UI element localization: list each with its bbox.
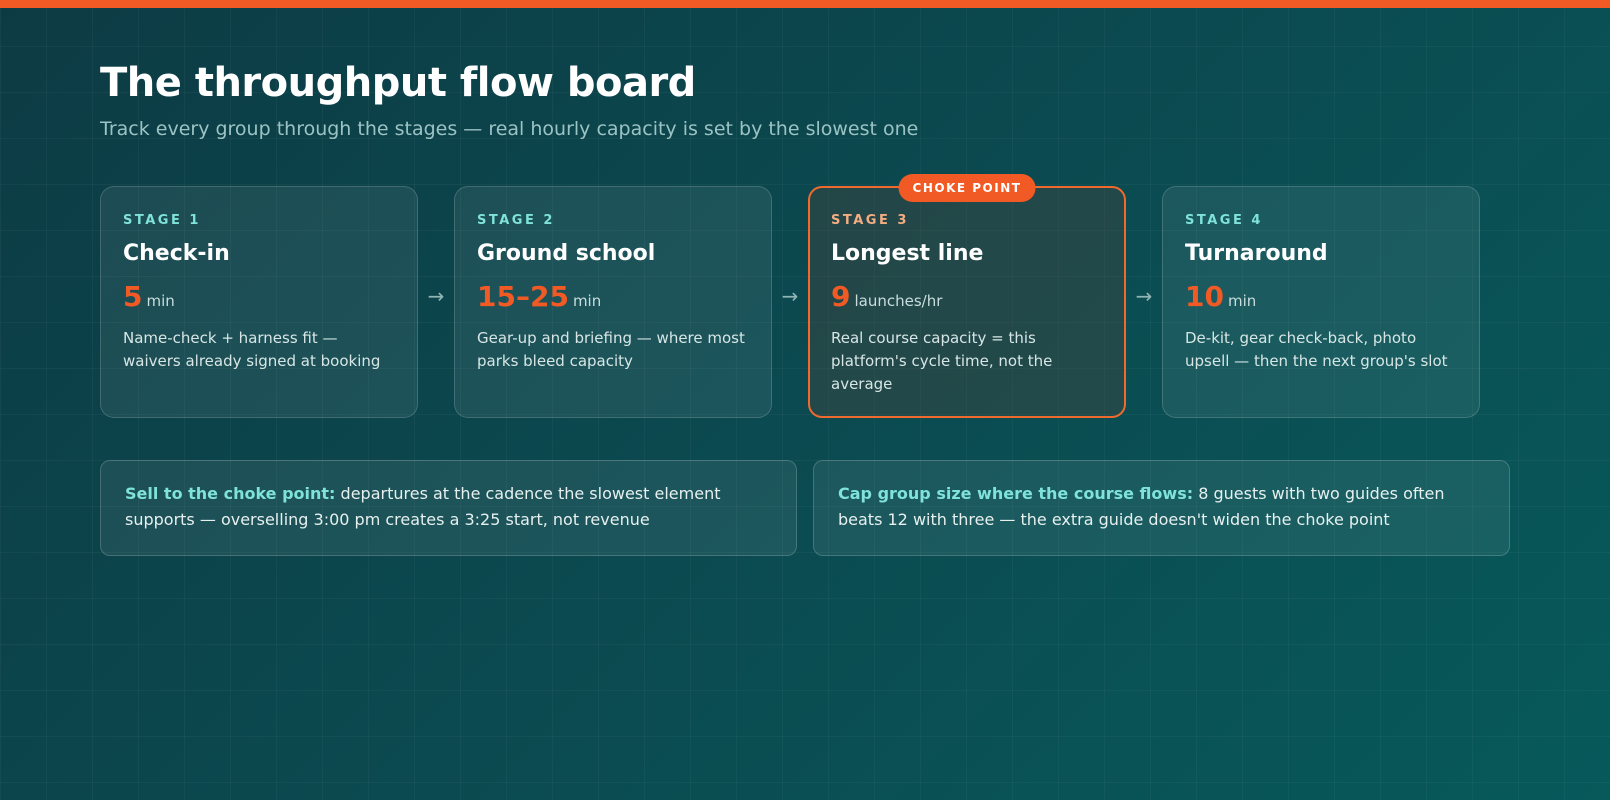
metric-unit: min (572, 292, 602, 310)
stage-metric: 9 launches/hr (831, 279, 1103, 319)
page-title: The throughput flow board (100, 60, 696, 106)
notes-row: Sell to the choke point: departures at t… (100, 460, 1510, 556)
stage-description: Name-check + harness fit — waivers alrea… (123, 329, 381, 370)
stage-name: Turnaround (1185, 241, 1328, 266)
metric-value: 10 (1185, 280, 1224, 313)
note-card-group-size: Cap group size where the course flows: 8… (813, 460, 1510, 556)
stage-label: STAGE 1 (123, 213, 201, 228)
note-lead: Cap group size where the course flows: (838, 484, 1194, 503)
flow-board: The throughput flow board Track every gr… (100, 58, 1510, 556)
metric-unit: min (1227, 292, 1257, 310)
stage-metric: 10 min (1185, 279, 1457, 319)
stage-label: STAGE 4 (1185, 213, 1263, 228)
page-subtitle: Track every group through the stages — r… (100, 118, 919, 140)
arrow-right-icon: → (427, 284, 445, 308)
stage-label: STAGE 3 (831, 213, 909, 228)
metric-unit: min (146, 292, 175, 310)
arrow-right-icon: → (781, 284, 799, 308)
note-lead: Sell to the choke point: (125, 484, 336, 503)
arrow-right-icon: → (1135, 284, 1153, 308)
stage-name: Check-in (123, 241, 230, 266)
stage-label: STAGE 2 (477, 213, 555, 228)
stage-metric: 15–25 min (477, 279, 749, 319)
stage-name: Longest line (831, 241, 984, 266)
stage-card-ground-school: STAGE 2 Ground school 15–25 min Gear-up a… (454, 186, 772, 418)
metric-value: 15–25 (477, 280, 569, 313)
top-accent-bar (0, 0, 1610, 8)
stage-row: STAGE 1 Check-in 5 min Name-check + harne… (100, 174, 1510, 418)
stage-card-turnaround: STAGE 4 Turnaround 10 min De-kit, gear ch… (1162, 186, 1480, 418)
stage-description: Gear-up and briefing — where most parks … (477, 329, 745, 370)
note-card-choke-point: Sell to the choke point: departures at t… (100, 460, 797, 556)
metric-value: 5 (123, 280, 143, 313)
stage-card-check-in: STAGE 1 Check-in 5 min Name-check + harne… (100, 186, 418, 418)
stage-description: De-kit, gear check-back, photo upsell — … (1185, 329, 1448, 370)
stage-name: Ground school (477, 241, 656, 266)
metric-value: 9 (831, 280, 851, 313)
stage-metric: 5 min (123, 279, 395, 319)
choke-point-badge: CHOKE POINT (898, 174, 1036, 202)
metric-unit: launches/hr (854, 292, 943, 310)
stage-card-longest-line: CHOKE POINT STAGE 3 Longest line 9 launch… (808, 174, 1126, 418)
stage-description: Real course capacity = this platform's c… (831, 329, 1053, 393)
